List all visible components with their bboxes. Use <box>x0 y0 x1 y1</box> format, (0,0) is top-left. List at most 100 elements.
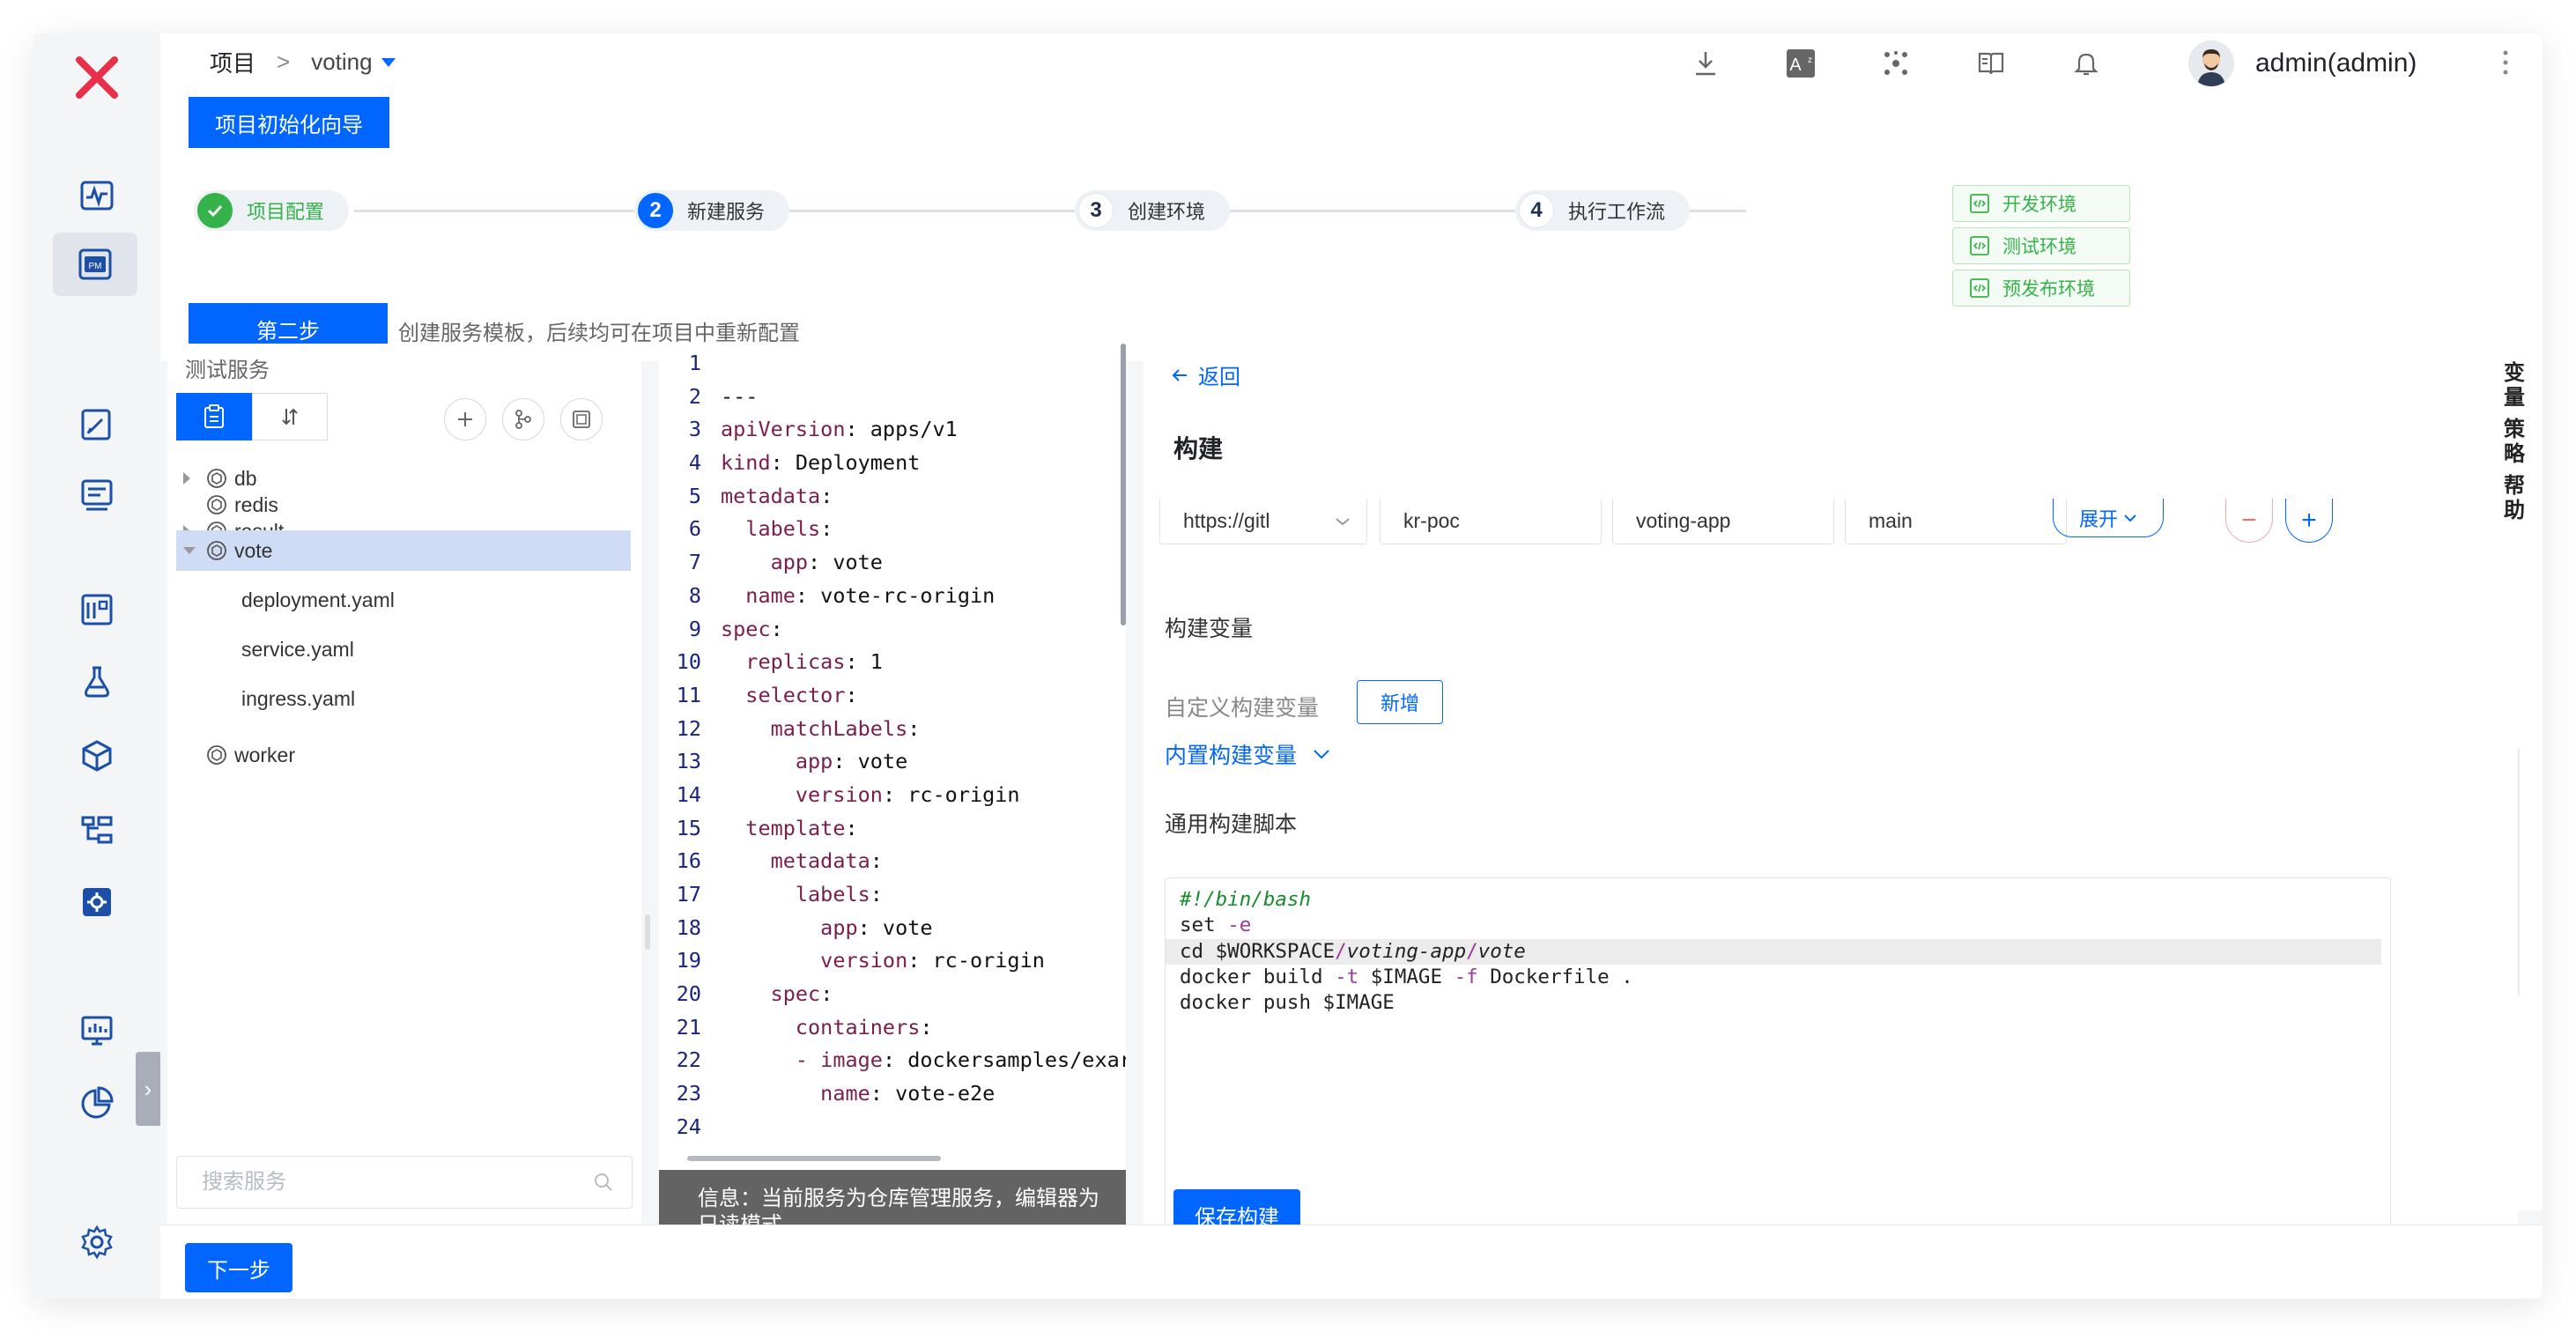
next-step-button[interactable]: 下一步 <box>185 1243 292 1292</box>
service-panel: 测试服务 db redis vote deployment.yaml servi… <box>167 344 641 1225</box>
script-line-3-slash-b: / <box>1466 939 1478 963</box>
add-variable-button[interactable]: 新增 <box>1357 680 1443 724</box>
tree-item-vote[interactable]: vote <box>176 530 631 571</box>
flask-test-icon[interactable] <box>76 661 118 703</box>
collapse-handle-chevron-icon[interactable]: › <box>136 1052 160 1126</box>
translate-icon[interactable]: Az <box>1781 44 1820 83</box>
line-number: 2 <box>688 383 701 409</box>
onboarding-wizard: 项目初始化向导 项目配置 2 新建服务 3 创建环境 4 执行工作流 开发环境 <box>160 93 2543 361</box>
builtin-vars-toggle[interactable]: 内置构建变量 <box>1165 738 1330 770</box>
clipboard-list-icon[interactable] <box>176 393 252 440</box>
dashboard-icon[interactable] <box>76 588 118 631</box>
yaml-key: spec <box>721 616 771 641</box>
repo-source-select[interactable]: https://gitl <box>1159 499 1367 544</box>
service-icon <box>207 541 226 560</box>
bell-icon[interactable] <box>2067 44 2106 83</box>
line-number: 23 <box>676 1081 701 1106</box>
step-label: 新建服务 <box>687 201 766 223</box>
step-number: 2 <box>638 193 673 228</box>
settings-box-icon[interactable] <box>76 881 118 923</box>
env-dev[interactable]: 开发环境 <box>1952 185 2130 222</box>
env-test[interactable]: 测试环境 <box>1952 227 2130 264</box>
edit-document-icon[interactable] <box>76 403 118 446</box>
back-link[interactable]: 返回 <box>1170 359 1240 390</box>
yaml-value: : <box>920 1014 933 1040</box>
line-number: 18 <box>676 914 701 940</box>
branch-select[interactable]: main <box>1845 499 2067 544</box>
chevron-down-icon <box>1336 517 1350 525</box>
tree-file-ingress-yaml[interactable]: ingress.yaml <box>176 678 631 719</box>
template-icon[interactable] <box>560 398 603 440</box>
project-init-guide-button[interactable]: 项目初始化向导 <box>189 97 389 148</box>
project-management-icon[interactable]: PM <box>53 233 137 296</box>
editor-vertical-scrollbar[interactable] <box>1121 344 1126 625</box>
step-new-service[interactable]: 2 新建服务 <box>634 190 790 231</box>
search-icon[interactable] <box>593 1172 614 1193</box>
build-script-title: 通用构建脚本 <box>1165 812 1298 837</box>
env-staging[interactable]: 预发布环境 <box>1952 270 2130 307</box>
more-menu-icon[interactable] <box>2502 49 2509 76</box>
repo-name-select[interactable]: voting-app <box>1612 499 1834 544</box>
add-repo-icon[interactable]: + <box>2285 499 2333 543</box>
service-icon <box>207 745 226 765</box>
environment-list: 开发环境 测试环境 预发布环境 <box>1952 185 2130 312</box>
pulse-monitor-icon[interactable] <box>76 174 118 217</box>
step-project-config[interactable]: 项目配置 <box>194 190 350 231</box>
repo-owner-select[interactable]: kr-poc <box>1380 499 1602 544</box>
monitor-chart-icon[interactable] <box>76 1010 118 1052</box>
line-text: matchLabels: <box>721 713 921 746</box>
collapse-caret-icon[interactable] <box>183 547 196 554</box>
repo-owner-value: kr-poc <box>1403 509 1460 532</box>
service-search-input[interactable] <box>200 1169 593 1195</box>
pie-chart-icon[interactable] <box>76 1082 118 1124</box>
pipeline-icon[interactable] <box>76 809 118 851</box>
gear-icon[interactable] <box>76 1221 118 1263</box>
user-menu[interactable]: admin(admin) <box>2188 41 2417 86</box>
tree-item-label: service.yaml <box>241 637 354 661</box>
line-text: selector: <box>721 679 857 713</box>
add-service-icon[interactable] <box>444 398 486 440</box>
build-vars-title: 构建变量 <box>1165 617 1254 641</box>
git-branch-icon[interactable] <box>502 398 544 440</box>
line-number: 3 <box>688 417 701 442</box>
tree-item-label: ingress.yaml <box>241 686 356 710</box>
service-view-tabs <box>176 393 328 440</box>
breadcrumb-root[interactable]: 项目 <box>210 46 255 78</box>
yaml-key: kind <box>721 450 771 476</box>
line-text: --- <box>721 381 758 414</box>
tree-file-service-yaml[interactable]: service.yaml <box>176 629 631 670</box>
expand-button[interactable]: 展开 <box>2053 499 2164 537</box>
sort-icon[interactable] <box>252 393 328 440</box>
task-list-icon[interactable] <box>76 474 118 516</box>
tab-variables[interactable]: 变量 <box>2502 361 2527 411</box>
tree-item-worker[interactable]: worker <box>176 735 631 775</box>
stage-description: 创建服务模板，后续均可在项目中重新配置 <box>398 322 800 345</box>
script-line-3-slash-a: / <box>1335 939 1347 963</box>
step-run-workflow[interactable]: 4 执行工作流 <box>1515 190 1691 231</box>
line-number: 16 <box>676 848 701 874</box>
step-create-environment[interactable]: 3 创建环境 <box>1075 190 1231 231</box>
network-icon[interactable] <box>1876 44 1915 83</box>
build-script-editor[interactable]: #!/bin/bash set -e cd $WORKSPACE/voting-… <box>1165 877 2391 1265</box>
remove-repo-icon[interactable]: − <box>2225 499 2273 543</box>
yaml-editor[interactable]: 1 2 --- 3 apiVersion: apps/v1 4 kind: Deployme… <box>659 344 1126 1170</box>
yaml-key: selector <box>721 682 846 707</box>
tab-help[interactable]: 帮助 <box>2502 474 2527 523</box>
panel-resize-handle[interactable] <box>645 914 650 950</box>
expand-caret-icon[interactable] <box>183 472 190 485</box>
yaml-key: metadata <box>721 848 870 874</box>
package-icon[interactable] <box>76 735 118 777</box>
yaml-key: apiVersion <box>721 417 846 442</box>
step-number: 4 <box>1519 193 1554 228</box>
project-selector[interactable]: voting <box>311 48 396 76</box>
step-label: 创建环境 <box>1128 201 1206 223</box>
tree-file-deployment-yaml[interactable]: deployment.yaml <box>176 580 631 620</box>
yaml-key: app <box>721 550 809 575</box>
yaml-value: : vote <box>808 550 883 575</box>
logo-icon[interactable] <box>70 51 123 104</box>
chevron-down-icon <box>2124 514 2136 522</box>
download-icon[interactable] <box>1686 44 1725 83</box>
book-icon[interactable] <box>1972 44 2010 83</box>
tab-strategy[interactable]: 策略 <box>2502 418 2527 467</box>
editor-horizontal-scrollbar[interactable] <box>687 1156 941 1161</box>
